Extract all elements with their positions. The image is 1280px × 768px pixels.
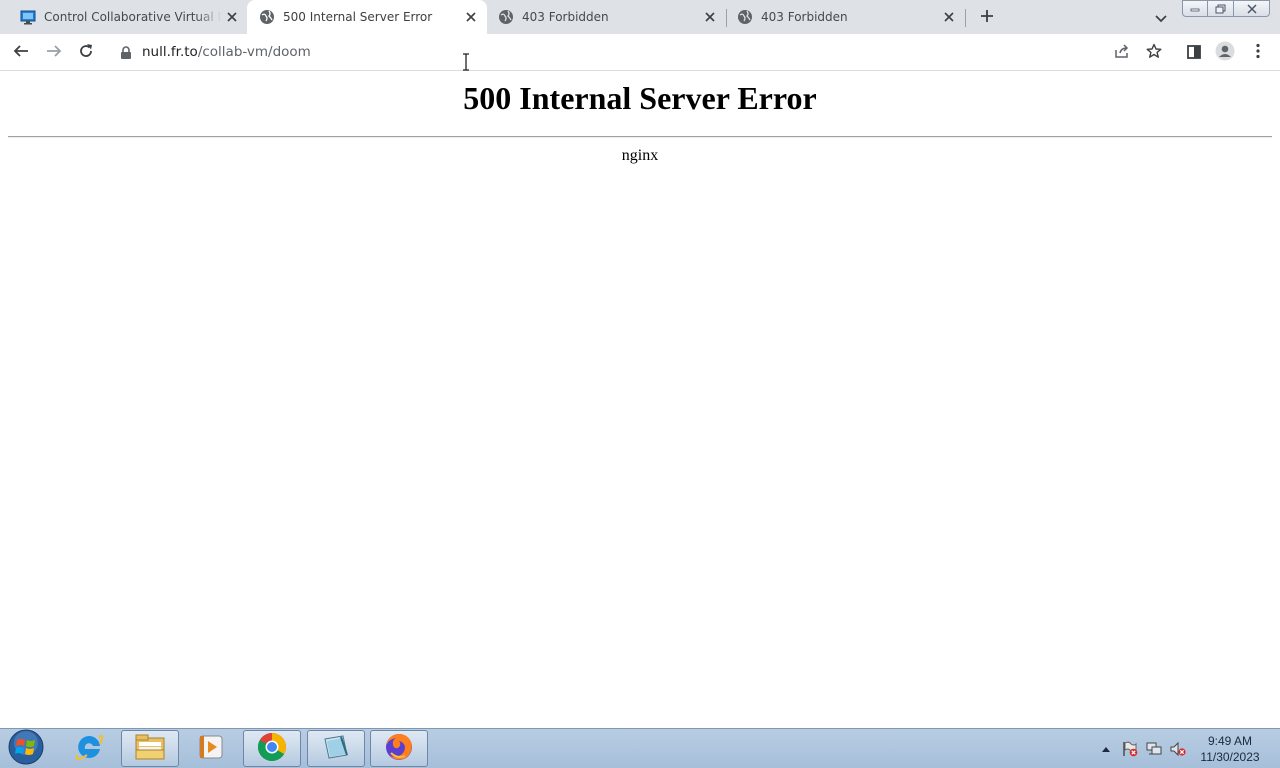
globe-icon [737,9,753,25]
close-icon[interactable] [463,9,479,25]
minimize-icon [1190,8,1200,11]
close-icon[interactable] [941,9,957,25]
side-panel-button[interactable] [1182,41,1206,65]
reload-button[interactable] [74,41,98,65]
media-player-icon [196,733,226,765]
restore-icon [1215,4,1225,13]
arrow-left-icon [13,43,29,63]
avatar-icon [1215,41,1235,65]
forward-button[interactable] [42,41,66,65]
globe-icon [259,9,275,25]
taskbar-firefox[interactable] [370,730,428,767]
tab-title: 500 Internal Server Error [283,10,433,24]
window-controls [1182,0,1270,17]
share-icon [1114,43,1130,63]
page-content: 500 Internal Server Error nginx [0,72,1280,728]
clock-date: 11/30/2023 [1200,750,1260,764]
windows-logo-icon [8,729,44,768]
profile-button[interactable] [1213,41,1237,65]
close-icon[interactable] [224,9,240,25]
chrome-icon [256,731,288,767]
notepad-icon [321,733,351,765]
action-center-flag-icon[interactable] [1122,741,1138,757]
internet-explorer-icon [73,731,105,767]
close-icon[interactable] [702,9,718,25]
tab-title: Control Collaborative Virtual Machines [44,10,220,24]
bookmark-button[interactable] [1142,41,1166,65]
minimize-button[interactable] [1182,0,1208,17]
globe-icon [498,9,514,25]
arrow-right-icon [46,43,62,63]
tab-403-forbidden[interactable]: 403 Forbidden [727,0,965,34]
url-host: null.fr.to [142,44,198,60]
side-panel-icon [1187,44,1201,63]
plus-icon [980,8,994,27]
tab-control-collab[interactable]: Control Collaborative Virtual Machines [8,0,246,34]
back-button[interactable] [9,41,33,65]
text-cursor-icon [461,53,471,71]
chevron-up-icon[interactable] [1098,741,1114,757]
address-bar[interactable]: null.fr.to/collab-vm/doom [108,38,1142,67]
taskbar-chrome[interactable] [243,730,301,767]
tab-403-forbidden[interactable]: 403 Forbidden [488,0,726,34]
close-window-button[interactable] [1234,0,1270,17]
folder-icon [134,733,166,765]
url-text: null.fr.to/collab-vm/doom [142,44,311,60]
network-icon[interactable] [1146,741,1162,757]
taskbar-clock[interactable]: 9:49 AM 11/30/2023 [1190,733,1270,765]
clock-time: 9:49 AM [1207,734,1253,748]
tab-strip: Control Collaborative Virtual Machines 5… [0,0,1280,34]
taskbar: 9:49 AM 11/30/2023 [0,728,1280,768]
monitor-icon [20,9,36,25]
divider [8,136,1272,138]
tab-500-error[interactable]: 500 Internal Server Error [247,0,487,34]
more-vertical-icon [1256,43,1260,63]
reload-icon [78,43,94,63]
taskbar-notepad[interactable] [307,730,365,767]
taskbar-media-player[interactable] [182,730,240,767]
close-icon [1246,3,1257,14]
server-signature: nginx [621,147,659,164]
lock-icon[interactable] [120,45,134,61]
browser-toolbar: null.fr.to/collab-vm/doom [0,34,1280,71]
tab-title-fade [196,0,222,34]
restore-button[interactable] [1208,0,1234,17]
page-heading: 500 Internal Server Error [463,80,817,116]
volume-muted-icon[interactable] [1170,741,1186,757]
tab-separator [965,9,966,27]
url-path: /collab-vm/doom [197,44,311,60]
start-button[interactable] [6,729,46,768]
firefox-icon [383,731,415,767]
menu-button[interactable] [1246,41,1270,65]
taskbar-internet-explorer[interactable] [60,730,118,767]
chevron-down-icon [1155,8,1167,27]
new-tab-button[interactable] [976,6,998,28]
tab-title: 403 Forbidden [522,10,609,24]
system-tray [1098,729,1194,768]
tab-title: 403 Forbidden [761,10,848,24]
share-button[interactable] [1110,41,1134,65]
star-icon [1146,43,1162,63]
taskbar-file-explorer[interactable] [121,730,179,767]
tab-search-button[interactable] [1150,6,1172,28]
